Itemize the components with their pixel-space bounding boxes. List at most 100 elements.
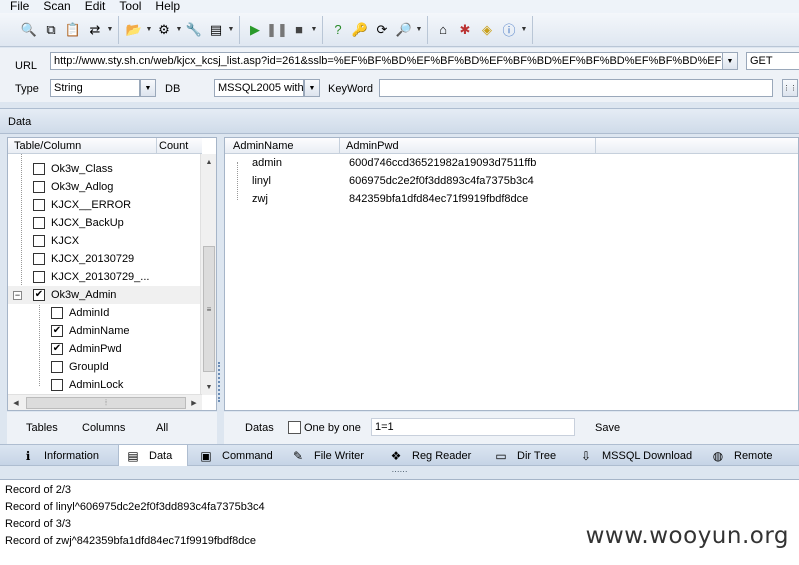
datas-button[interactable]: Datas: [245, 422, 274, 434]
db-select[interactable]: MSSQL2005 with E: [214, 79, 304, 97]
url-dropdown-button[interactable]: ▼: [722, 52, 738, 70]
grid-cell-adminname[interactable]: admin: [252, 157, 282, 169]
tab-information[interactable]: ℹ Information: [14, 445, 114, 466]
checkbox-icon[interactable]: [51, 307, 63, 319]
tab-dir-tree[interactable]: ▭ Dir Tree: [487, 445, 567, 466]
checkbox-icon[interactable]: [33, 235, 45, 247]
settings-icon[interactable]: ⚙: [154, 20, 174, 40]
columns-button[interactable]: Columns: [82, 422, 125, 434]
tree-column-node[interactable]: AdminLock: [8, 376, 202, 394]
tree-table-node[interactable]: KJCX: [8, 232, 202, 250]
home-icon[interactable]: ⌂: [433, 20, 453, 40]
grid-cell-adminname[interactable]: zwj: [252, 193, 268, 205]
db-dropdown-button[interactable]: ▼: [304, 79, 320, 97]
grid-cell-adminpwd[interactable]: 842359bfa1dfd84ec71f9919fbdf8dce: [349, 193, 528, 205]
grid-cell-adminpwd[interactable]: 606975dc2e2f0f3dd893c4fa7375b3c4: [349, 175, 534, 187]
tree-column-node[interactable]: GroupId: [8, 358, 202, 376]
checkbox-icon[interactable]: [51, 379, 63, 391]
chevron-down-icon[interactable]: ▼: [227, 20, 235, 40]
menu-help[interactable]: Help: [155, 0, 180, 13]
database-icon[interactable]: ▤: [206, 20, 226, 40]
chevron-down-icon[interactable]: ▼: [415, 20, 423, 40]
checkbox-checked-icon[interactable]: ✔: [33, 289, 45, 301]
keyword-options-button[interactable]: ⋮⋮: [782, 79, 798, 97]
tree-column-node[interactable]: ✔ AdminPwd: [8, 340, 202, 358]
grid-header-adminname[interactable]: AdminName: [233, 140, 294, 152]
scroll-right-icon[interactable]: ▶: [186, 395, 202, 410]
import-icon[interactable]: ⇄: [85, 20, 105, 40]
checkbox-icon[interactable]: [33, 217, 45, 229]
one-by-one-checkbox[interactable]: [288, 421, 301, 434]
tab-file-writer[interactable]: ✎ File Writer: [284, 445, 378, 466]
splitter-grip[interactable]: [218, 362, 222, 402]
grid-cell-adminname[interactable]: linyl: [252, 175, 271, 187]
url-input[interactable]: http://www.sty.sh.cn/web/kjcx_kcsj_list.…: [50, 52, 726, 70]
tables-button[interactable]: Tables: [26, 422, 58, 434]
tree-table-node[interactable]: Ok3w_Adlog: [8, 178, 202, 196]
chevron-down-icon[interactable]: ▼: [175, 20, 183, 40]
chevron-down-icon[interactable]: ▼: [310, 20, 318, 40]
chevron-down-icon[interactable]: ▼: [106, 20, 114, 40]
tree-table-node[interactable]: KJCX_20130729_...: [8, 268, 202, 286]
chevron-down-icon[interactable]: ▼: [145, 20, 153, 40]
paste-icon[interactable]: 📋: [63, 20, 83, 40]
checkbox-icon[interactable]: [33, 163, 45, 175]
tree-column-node[interactable]: AdminId: [8, 304, 202, 322]
menu-file[interactable]: File: [10, 0, 29, 13]
tree-column-node[interactable]: ✔ AdminName: [8, 322, 202, 340]
checkbox-icon[interactable]: [33, 253, 45, 265]
checkbox-icon[interactable]: [33, 181, 45, 193]
tab-reg-reader[interactable]: ❖ Reg Reader: [382, 445, 482, 466]
all-button[interactable]: All: [156, 422, 168, 434]
about-icon[interactable]: ⓘ: [499, 20, 519, 40]
grid-cell-adminpwd[interactable]: 600d746ccd36521982a19093d7511ffb: [349, 157, 536, 169]
panel-splitter[interactable]: [217, 137, 224, 444]
tree-table-node[interactable]: KJCX__ERROR: [8, 196, 202, 214]
checkbox-checked-icon[interactable]: ✔: [51, 325, 63, 337]
grid-header-adminpwd[interactable]: AdminPwd: [346, 140, 399, 152]
tree-vertical-scrollbar[interactable]: ▲ ≡ ▼: [200, 154, 216, 395]
bug-icon[interactable]: ✱: [455, 20, 475, 40]
checkbox-icon[interactable]: [33, 271, 45, 283]
tree-table-node[interactable]: Ok3w_Class: [8, 160, 202, 178]
method-select[interactable]: GET: [746, 52, 799, 70]
chevron-down-icon[interactable]: ▼: [520, 20, 528, 40]
play-icon[interactable]: ▶: [245, 20, 265, 40]
tree-header-count[interactable]: Count: [159, 140, 188, 152]
condition-input[interactable]: 1=1: [371, 418, 575, 436]
tab-remote[interactable]: ◍ Remote: [704, 445, 794, 466]
key-icon[interactable]: 🔑: [350, 20, 370, 40]
search-icon[interactable]: 🔍: [19, 20, 39, 40]
sync-icon[interactable]: ⟳: [372, 20, 392, 40]
checkbox-icon[interactable]: [33, 199, 45, 211]
log-splitter[interactable]: ⋯⋯: [0, 467, 799, 479]
collapse-node-ok3w-admin[interactable]: −: [13, 291, 22, 300]
copy-icon[interactable]: ⧉: [41, 20, 61, 40]
menu-tool[interactable]: Tool: [119, 0, 141, 13]
package-icon[interactable]: ◈: [477, 20, 497, 40]
type-dropdown-button[interactable]: ▼: [140, 79, 156, 97]
pause-icon[interactable]: ❚❚: [266, 20, 288, 40]
tree-header-table-column[interactable]: Table/Column: [14, 140, 81, 152]
tree-table-node[interactable]: KJCX_BackUp: [8, 214, 202, 232]
checkbox-checked-icon[interactable]: ✔: [51, 343, 63, 355]
keyword-input[interactable]: [379, 79, 773, 97]
tab-mssql-download[interactable]: ⇩ MSSQL Download: [572, 445, 698, 466]
scroll-down-icon[interactable]: ▼: [201, 379, 216, 395]
scroll-left-icon[interactable]: ◀: [8, 395, 24, 410]
stop-icon[interactable]: ■: [289, 20, 309, 40]
magnifier-icon[interactable]: 🔎: [394, 20, 414, 40]
tree-table-node[interactable]: KJCX_20130729: [8, 250, 202, 268]
tab-command[interactable]: ▣ Command: [192, 445, 280, 466]
open-icon[interactable]: 📂: [124, 20, 144, 40]
help-icon[interactable]: ?: [328, 20, 348, 40]
wrench-icon[interactable]: 🔧: [184, 20, 204, 40]
save-button[interactable]: Save: [595, 422, 620, 434]
tab-data[interactable]: ▤ Data: [118, 445, 188, 466]
checkbox-icon[interactable]: [51, 361, 63, 373]
menu-scan[interactable]: Scan: [43, 0, 70, 13]
scroll-thumb[interactable]: ⦙: [26, 397, 186, 409]
type-select[interactable]: String: [50, 79, 140, 97]
tree-table-node[interactable]: ✔ Ok3w_Admin: [8, 286, 202, 304]
menu-edit[interactable]: Edit: [85, 0, 106, 13]
